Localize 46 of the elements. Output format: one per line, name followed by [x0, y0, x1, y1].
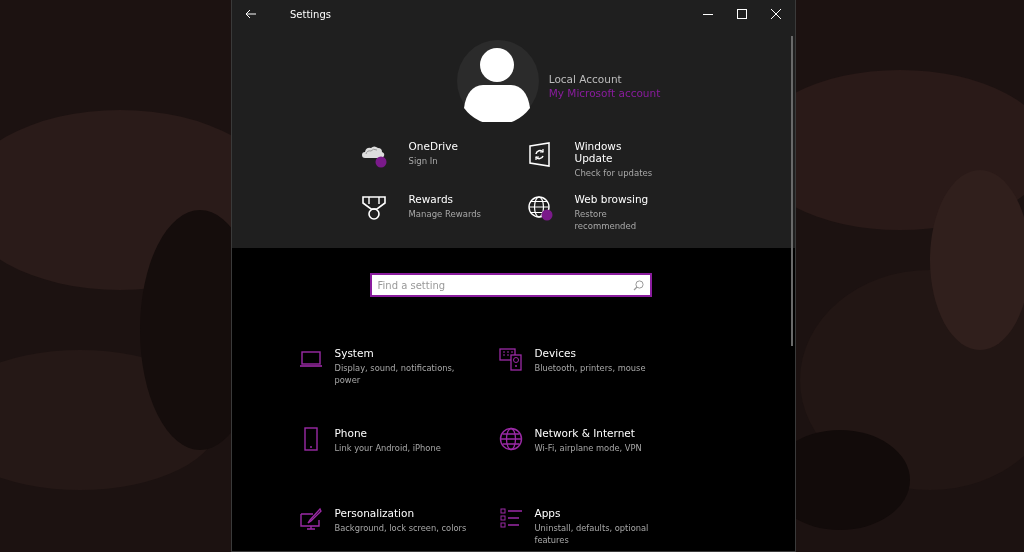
keyboard-speaker-icon: [498, 347, 523, 371]
category-subtitle: Link your Android, iPhone: [334, 442, 442, 454]
refresh-icon: [526, 142, 553, 168]
link-title: OneDrive: [408, 140, 459, 152]
link-title: Windows Update: [574, 140, 623, 164]
quick-link[interactable]: Windows Update Check for updates: [526, 140, 677, 179]
link-title: Rewards: [408, 193, 455, 205]
category-title: Apps: [534, 507, 562, 519]
link-title: Web browsing: [574, 193, 650, 205]
scrollbar[interactable]: [791, 36, 793, 346]
quick-link[interactable]: Rewards Manage Rewards: [360, 193, 527, 232]
link-subtitle: Manage Rewards: [408, 208, 483, 220]
category-subtitle: Background, lock screen, colors: [334, 522, 468, 534]
category-title: Personalization: [334, 507, 416, 519]
back-icon[interactable]: [245, 9, 257, 19]
settings-category[interactable]: Phone Link your Android, iPhone: [298, 427, 499, 471]
avatar-icon: [456, 40, 539, 122]
link-subtitle: Check for updates: [574, 167, 654, 179]
settings-category[interactable]: Devices Bluetooth, printers, mouse: [498, 347, 669, 391]
settings-category[interactable]: Network & Internet Wi-Fi, airplane mode, VPN: [498, 427, 669, 471]
category-title: Phone: [334, 427, 369, 439]
category-subtitle: Uninstall, defaults, optional features: [534, 522, 650, 546]
settings-category[interactable]: System Display, sound, notifications, power: [298, 347, 499, 391]
category-subtitle: Bluetooth, printers, mouse: [534, 362, 647, 374]
account-name: Local Account: [548, 73, 623, 85]
globe-icon: [498, 427, 523, 451]
maximize-icon[interactable]: [737, 9, 747, 19]
search-icon: [632, 280, 644, 291]
globe-icon: [526, 195, 553, 221]
category-subtitle: Wi-Fi, airplane mode, VPN: [534, 442, 643, 454]
category-title: Network & Internet: [534, 427, 636, 439]
quick-link[interactable]: OneDrive Sign In: [360, 140, 527, 179]
list-icon: [498, 507, 523, 531]
settings-category[interactable]: Personalization Background, lock screen, colors: [298, 507, 499, 551]
search-field[interactable]: Find a setting: [369, 273, 652, 297]
window-title: Settings: [290, 8, 331, 20]
category-title: System: [334, 347, 375, 359]
link-subtitle: Sign In: [408, 155, 439, 167]
brush-icon: [298, 507, 323, 531]
settings-category[interactable]: Apps Uninstall, defaults, optional features: [498, 507, 669, 551]
medal-icon: [360, 195, 387, 221]
quick-link[interactable]: Web browsing Restore recommended: [526, 193, 677, 232]
close-icon[interactable]: [771, 9, 781, 19]
category-subtitle: Display, sound, notifications, power: [334, 362, 456, 386]
link-subtitle: Restore recommended: [574, 208, 638, 232]
category-title: Devices: [534, 347, 577, 359]
